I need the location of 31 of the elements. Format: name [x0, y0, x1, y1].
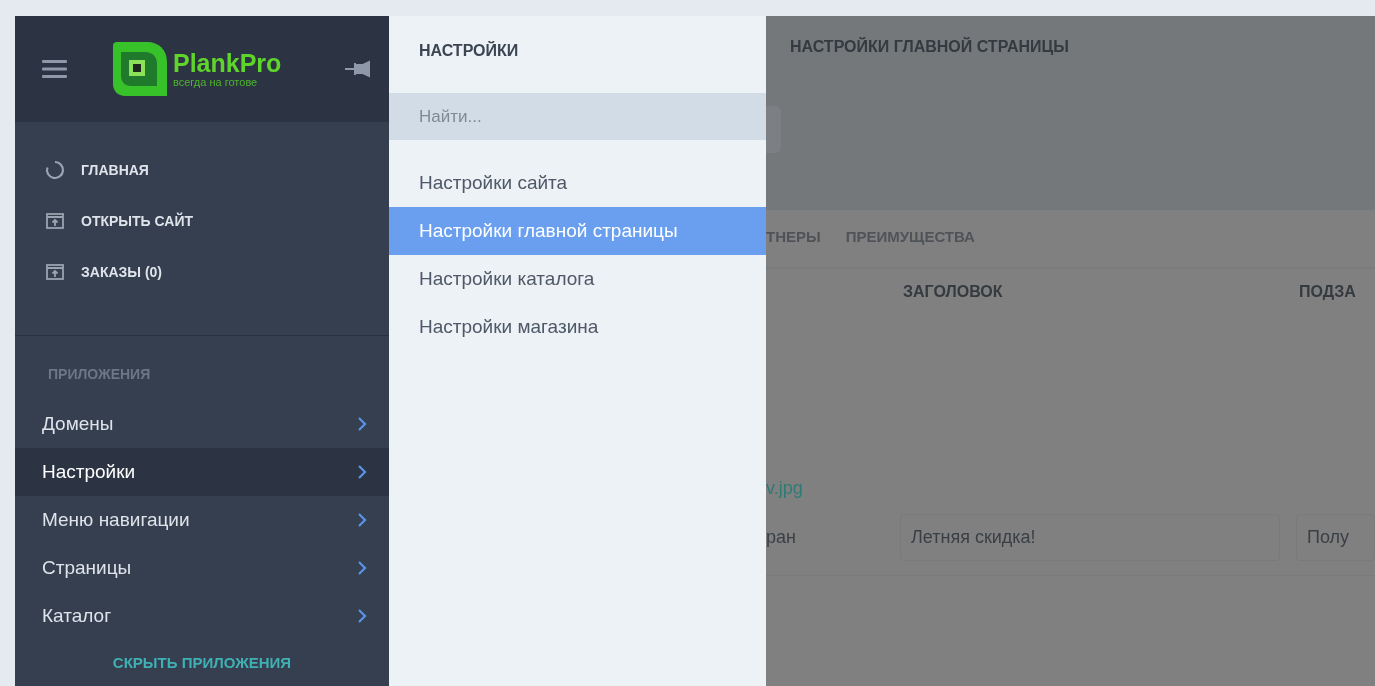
flyout-title: НАСТРОЙКИ	[419, 42, 519, 61]
app-menu-item[interactable]: Настройки	[15, 448, 389, 496]
upload-window-icon	[45, 262, 65, 282]
search-field[interactable]: Найти...	[389, 93, 766, 140]
logo-tagline: всегда на готове	[173, 76, 259, 88]
app-menu-item[interactable]: Домены	[15, 400, 389, 448]
settings-menu-item[interactable]: Настройки каталога	[389, 255, 766, 303]
app-menu-item[interactable]: Страницы	[15, 544, 389, 592]
table-cell-text: ран	[766, 527, 797, 548]
pin-icon[interactable]	[345, 60, 371, 78]
chevron-right-icon	[357, 560, 367, 576]
app-menu-item[interactable]: Меню навигации	[15, 496, 389, 544]
breadcrumb: НАСТРОЙКИ ГЛАВНОЙ СТРАНИЦЫ	[790, 38, 1069, 56]
chevron-right-icon	[357, 512, 367, 528]
menu-icon[interactable]	[42, 59, 67, 79]
chevron-right-icon	[357, 464, 367, 480]
app-menu-item[interactable]: Каталог	[15, 592, 389, 640]
logo-icon	[111, 40, 169, 98]
column-header: ЗАГОЛОВОК	[902, 282, 1004, 302]
nav-item[interactable]: ЗАКАЗЫ (0)	[45, 259, 389, 285]
settings-menu-item[interactable]: Настройки магазина	[389, 303, 766, 351]
column-header: ПОДЗА	[1298, 282, 1357, 302]
chevron-right-icon	[357, 416, 367, 432]
nav-item[interactable]: ГЛАВНАЯ	[45, 157, 389, 183]
chevron-right-icon	[357, 608, 367, 624]
upload-window-icon	[45, 211, 65, 231]
section-title: ПРИЛОЖЕНИЯ	[48, 366, 151, 382]
nav-item[interactable]: ОТКРЫТЬ САЙТ	[45, 208, 389, 234]
hide-apps-link[interactable]: СКРЫТЬ ПРИЛОЖЕНИЯ	[112, 654, 292, 671]
settings-menu-item[interactable]: Настройки сайта	[389, 159, 766, 207]
logo-name: PlankPro	[173, 50, 282, 76]
